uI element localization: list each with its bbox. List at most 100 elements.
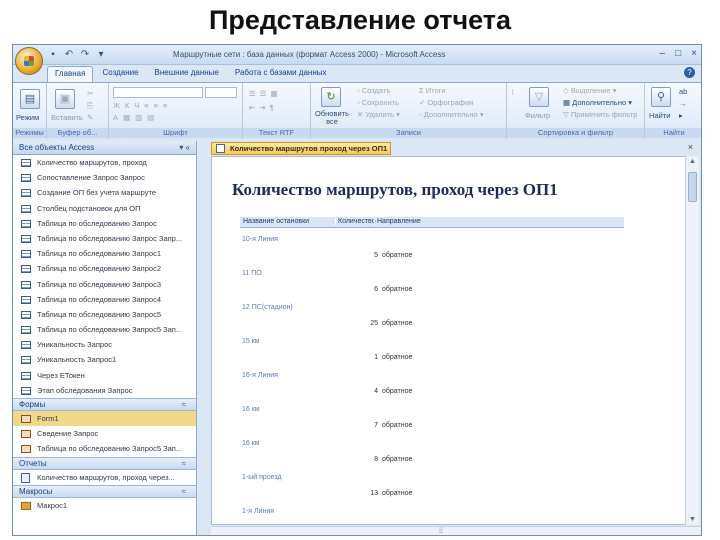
selection-button[interactable]: ◇ Выделение ▾ (563, 86, 616, 95)
nav-item[interactable]: Таблица по обследованию Запрос (13, 216, 196, 231)
font-size-field[interactable] (205, 87, 237, 98)
advanced-filter-button[interactable]: ▦ Дополнительно ▾ (563, 98, 632, 107)
tab-create[interactable]: Создание (95, 66, 145, 82)
nav-item[interactable]: Таблица по обследованию Запрос5 Зап... (13, 441, 196, 456)
nav-item[interactable]: Через ЕТокен (13, 368, 196, 383)
vertical-scrollbar[interactable]: ▲ ▼ (685, 156, 699, 525)
select-icon[interactable]: ▸ (679, 111, 683, 120)
nav-pane-controls[interactable]: ▾ « (179, 143, 190, 152)
nav-item-label: Таблица по обследованию Запрос5 (37, 309, 162, 319)
indent-icons[interactable]: ⇤⇥¶ (249, 103, 278, 112)
report-detail-count: 7 (374, 422, 378, 429)
nav-category-reports[interactable]: Отчеты ≈ (13, 456, 196, 470)
nav-item[interactable]: Создание ОП без учета маршруте (13, 185, 196, 200)
scroll-thumb[interactable] (688, 172, 697, 202)
nav-item[interactable]: Макрос1 (13, 498, 196, 513)
nav-item[interactable]: Таблица по обследованию Запрос4 (13, 292, 196, 307)
report-detail-count: 5 (374, 252, 378, 259)
font-style-icons[interactable]: ЖКЧ≡≡≡ (113, 101, 172, 110)
more-records-button[interactable]: ▫ Дополнительно ▾ (419, 110, 484, 119)
horizontal-scrollbar[interactable]: ⁞⁞ (211, 526, 701, 535)
filter-button-label[interactable]: Фильтр (525, 111, 550, 120)
document-tab[interactable]: Количество маршрутов проход через ОП1 (211, 142, 391, 155)
toggle-filter-button[interactable]: ▽ Применить фильтр (563, 110, 637, 119)
nav-item[interactable]: Form1 (13, 411, 196, 427)
nav-item[interactable]: Таблица по обследованию Запрос1 (13, 246, 196, 261)
paste-button-label[interactable]: Вставить (51, 113, 83, 122)
tab-database-tools[interactable]: Работа с базами данных (228, 66, 334, 82)
goto-icon[interactable]: → (679, 99, 687, 108)
refresh-icon[interactable]: ↻ (321, 87, 341, 107)
nav-item[interactable]: Количество маршрутов, проход через... (13, 470, 196, 485)
scroll-down-icon[interactable]: ▼ (689, 516, 696, 523)
group-label-sort-filter: Сортировка и фильтр (507, 128, 644, 138)
group-find: ⚲ Найти ab → ▸ Найти (645, 83, 701, 139)
tab-external-data[interactable]: Внешние данные (148, 66, 226, 82)
nav-item[interactable]: Таблица по обследованию Запрос2 (13, 261, 196, 276)
group-label-find: Найти (645, 128, 701, 138)
maximize-button[interactable]: □ (675, 48, 681, 59)
nav-item-label: Таблица по обследованию Запрос1 (37, 249, 162, 259)
nav-item[interactable]: Таблица по обследованию Запрос3 (13, 277, 196, 292)
chevron-up-icon[interactable]: ≈ (182, 459, 186, 468)
nav-item[interactable]: Количество маршрутов, проход (13, 155, 196, 170)
font-name-field[interactable] (113, 87, 203, 98)
tab-home[interactable]: Главная (47, 66, 94, 82)
nav-item-label: Таблица по обследованию Запрос (37, 218, 157, 228)
report-group-stop: 15 км (242, 338, 260, 345)
help-icon[interactable]: ? (684, 67, 695, 78)
filter-icon[interactable]: ▽ (529, 87, 549, 107)
nav-item[interactable]: Этап обследования Запрос (13, 383, 196, 398)
report-detail-count: 4 (374, 388, 378, 395)
report-group-stop: 11 ПО (242, 270, 262, 277)
sort-icons[interactable]: ↕ (511, 87, 515, 96)
new-record-button[interactable]: ▫ Создать (357, 86, 390, 95)
scroll-up-icon[interactable]: ▲ (689, 158, 696, 165)
query-icon (21, 356, 31, 365)
paste-icon[interactable]: ▣ (55, 89, 75, 109)
nav-item[interactable]: Сведение Запрос (13, 426, 196, 441)
view-icon[interactable]: ▤ (20, 89, 40, 109)
redo-icon[interactable]: ↷ (79, 49, 91, 60)
delete-record-button[interactable]: ✕ Удалить ▾ (357, 110, 400, 119)
scroll-grip-icon[interactable]: ⁞⁞ (439, 528, 443, 535)
font-color-icons[interactable]: A▦▥▤ (113, 113, 159, 122)
nav-item[interactable]: Таблица по обследованию Запрос5 Зап... (13, 322, 196, 337)
nav-item[interactable]: Таблица по обследованию Запрос Запр... (13, 231, 196, 246)
cut-icon[interactable]: ✂ (87, 89, 93, 98)
view-button-label[interactable]: Режим (16, 113, 39, 122)
nav-item[interactable]: Столбец подстановок для ОП (13, 201, 196, 216)
report-group-stop: 16-я Линия (242, 372, 278, 379)
save-record-button[interactable]: ▫ Сохранить (357, 98, 399, 107)
list-icons[interactable]: ☰☰▦ (249, 89, 282, 98)
format-painter-icon[interactable]: ✎ (87, 113, 93, 122)
query-icon (21, 250, 31, 259)
copy-icon[interactable]: ⎘ (87, 101, 93, 111)
spelling-button[interactable]: ✓ Орфография (419, 98, 473, 107)
find-button-label[interactable]: Найти (649, 111, 670, 120)
group-label-views: Режимы (13, 128, 46, 138)
nav-item[interactable]: Уникальность Запрос (13, 337, 196, 352)
nav-item[interactable]: Таблица по обследованию Запрос5 (13, 307, 196, 322)
replace-icon[interactable]: ab (679, 87, 687, 96)
save-icon[interactable]: ▪ (47, 49, 59, 60)
undo-icon[interactable]: ↶ (63, 49, 75, 60)
totals-button[interactable]: Σ Итоги (419, 86, 446, 95)
group-rich-text: ☰☰▦ ⇤⇥¶ Текст RTF (243, 83, 311, 139)
nav-category-macros[interactable]: Макросы ≈ (13, 484, 196, 498)
nav-item[interactable]: Уникальность Запрос1 (13, 352, 196, 367)
close-button[interactable]: × (691, 48, 697, 59)
chevron-up-icon[interactable]: ≈ (182, 487, 186, 496)
nav-category-forms[interactable]: Формы ≈ (13, 398, 196, 411)
nav-item[interactable]: Сопоставление Запрос Запрос (13, 170, 196, 185)
refresh-all-label[interactable]: Обновить все (313, 110, 351, 126)
binoculars-icon[interactable]: ⚲ (651, 87, 671, 107)
close-document-icon[interactable]: × (688, 142, 693, 152)
dropdown-icon[interactable]: ▾ (95, 49, 107, 60)
minimize-button[interactable]: – (660, 48, 666, 59)
ribbon-tabs: Главная Создание Внешние данные Работа с… (47, 66, 334, 82)
report-detail-direction: обратное (382, 286, 413, 293)
office-button[interactable] (15, 47, 43, 75)
chevron-up-icon[interactable]: ≈ (182, 400, 186, 409)
nav-pane-header[interactable]: Все объекты Access ▾ « (13, 141, 196, 155)
